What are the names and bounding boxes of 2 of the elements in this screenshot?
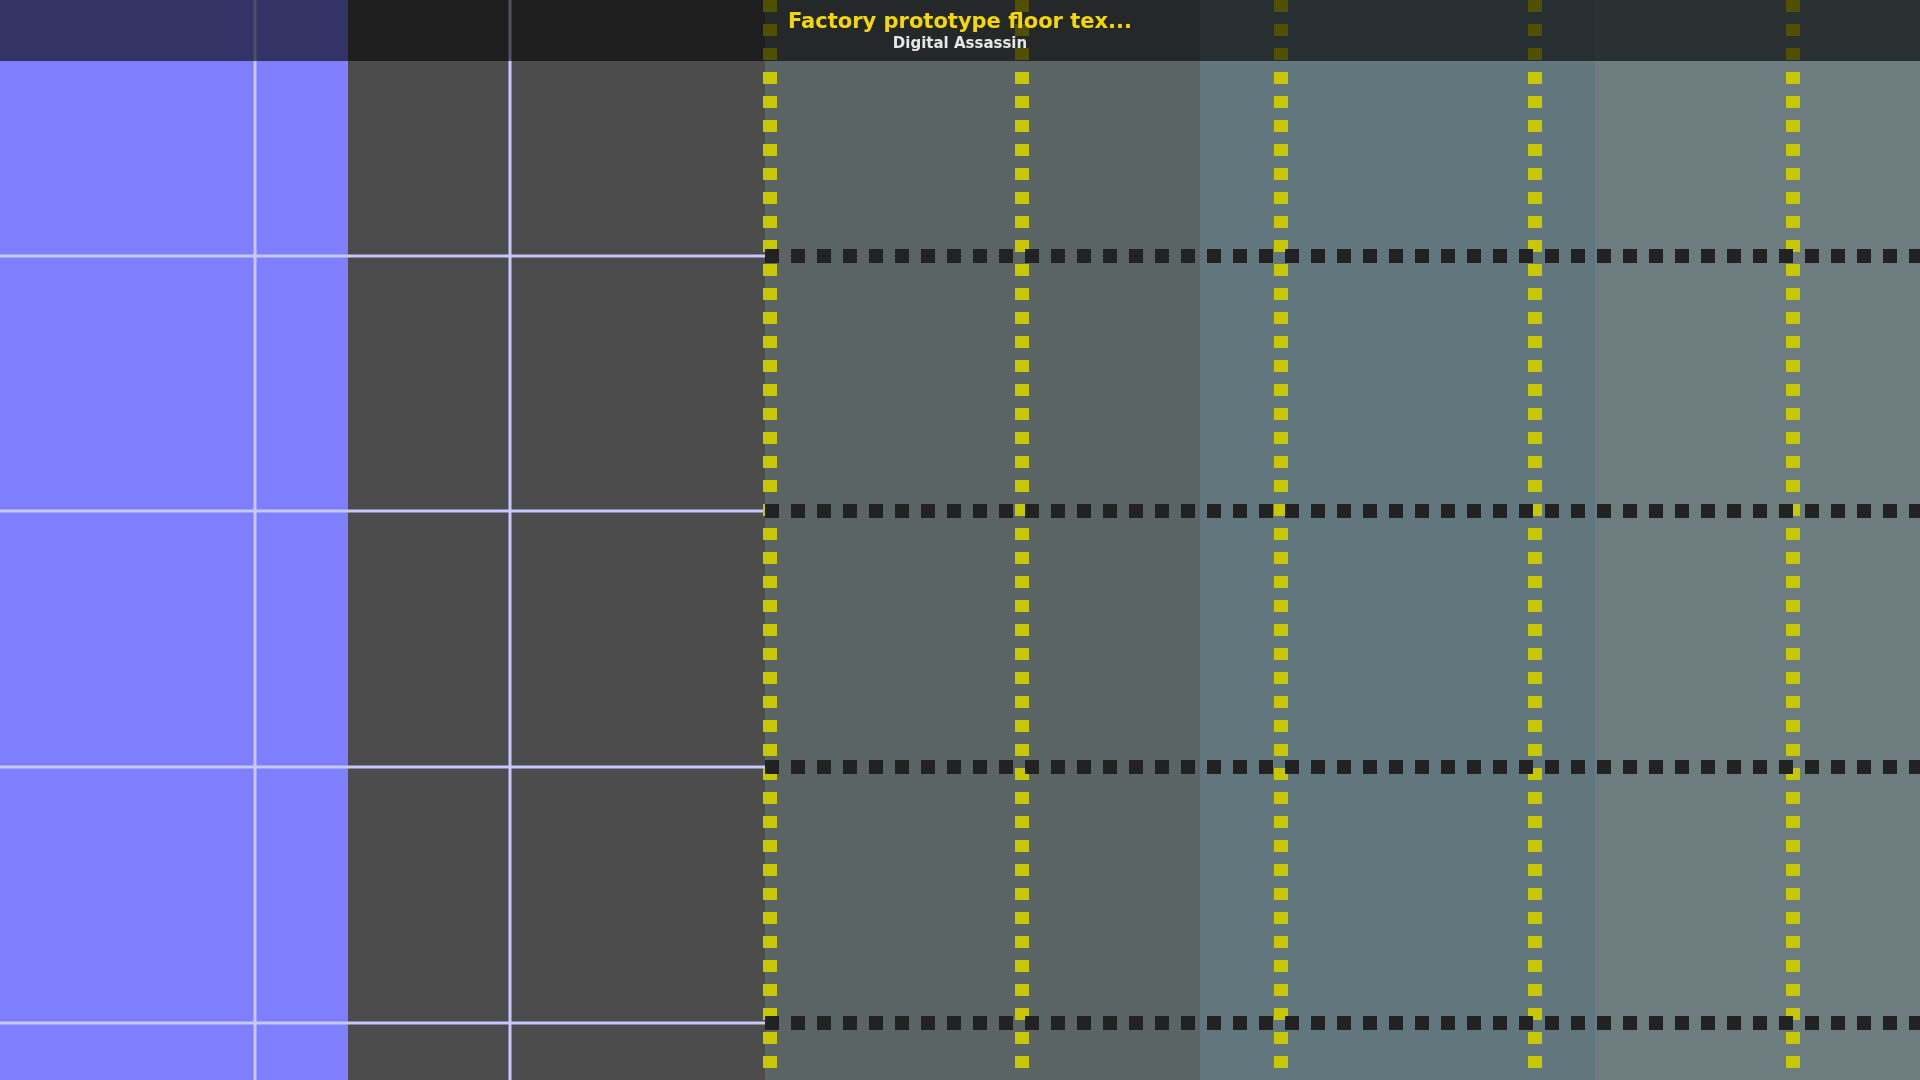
texture-title[interactable]: Factory prototype floor tex...	[788, 8, 1132, 34]
author-name: Digital Assassin	[892, 34, 1028, 52]
